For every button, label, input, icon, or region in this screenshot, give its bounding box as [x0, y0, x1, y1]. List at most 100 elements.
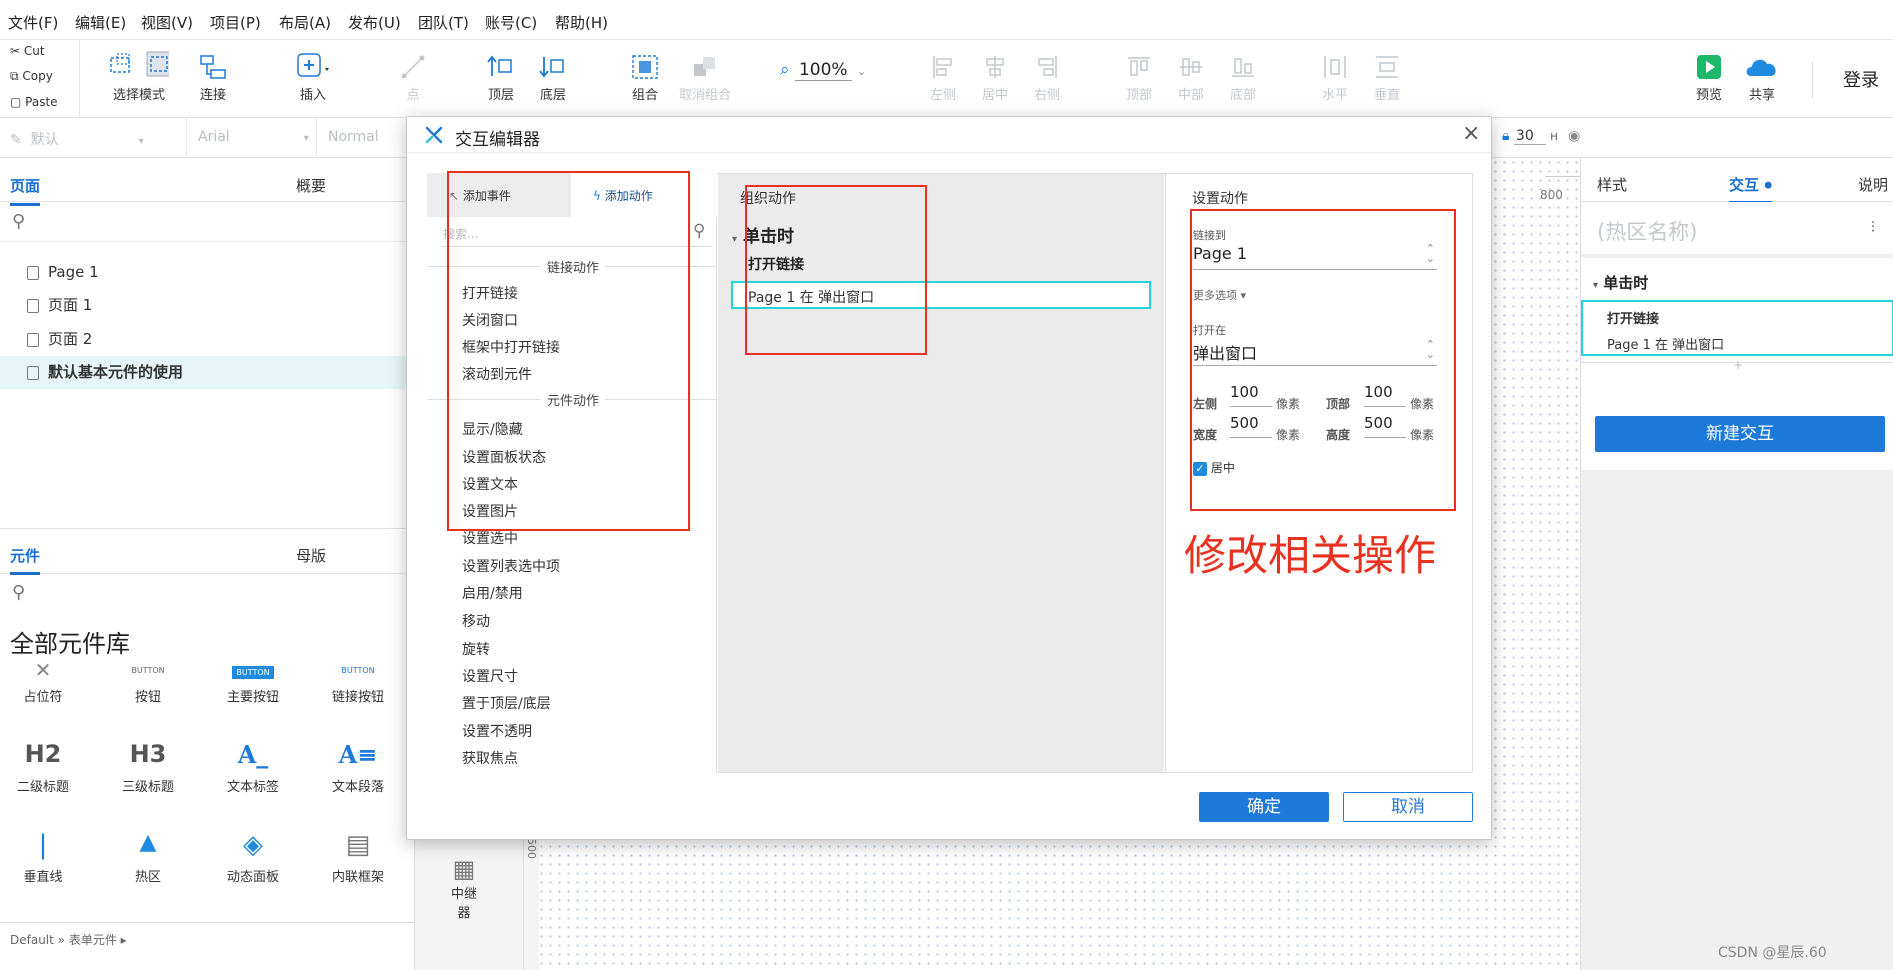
insert-button[interactable]: 插入 — [278, 46, 348, 103]
paste-label: Paste — [25, 95, 58, 109]
page-search[interactable]: ⚲ — [0, 202, 414, 242]
inspector-tabs: 样式 交互 ● 说明 — [1581, 158, 1893, 204]
widget-dynamic-panel[interactable]: ◈ 动态面板 — [208, 830, 298, 885]
action-set-opacity[interactable]: 设置不透明 — [462, 721, 532, 741]
cut-button[interactable]: ✂ Cut — [10, 44, 45, 58]
hotspot-name-input[interactable]: (热区名称) — [1597, 216, 1697, 246]
primary-button-icon: BUTTON — [232, 666, 274, 679]
event-row[interactable]: ▾ 单击时 — [1593, 272, 1648, 293]
new-interaction-button[interactable]: 新建交互 — [1595, 416, 1885, 452]
scissors-icon: ✂ — [10, 44, 21, 58]
widget-label: 三级标题 — [121, 780, 174, 795]
sliders-icon[interactable]: ⫶ — [1871, 218, 1875, 236]
align-bottom-button[interactable]: 底部 — [1208, 46, 1278, 103]
widget-label: 占位符 — [23, 690, 63, 705]
menu-team[interactable]: 团队(T) — [418, 12, 469, 33]
share-button[interactable]: 共享 — [1727, 46, 1797, 103]
library-breadcrumb[interactable]: Default » 表单元件 ▸ — [10, 931, 127, 948]
cancel-button[interactable]: 取消 — [1343, 792, 1473, 822]
ruler-label-800: 800 — [1540, 188, 1563, 202]
copy-button[interactable]: ⧉ Copy — [10, 69, 53, 84]
widget-inline-frame[interactable]: ▤ 内联框架 — [313, 830, 403, 885]
tab-outline[interactable]: 概要 — [296, 175, 326, 196]
menu-view[interactable]: 视图(V) — [141, 12, 193, 33]
menu-layout[interactable]: 布局(A) — [279, 12, 331, 33]
tab-masters[interactable]: 母版 — [296, 545, 326, 566]
connect-button[interactable]: 连接 — [178, 46, 248, 103]
menu-publish[interactable]: 发布(U) — [348, 12, 401, 33]
action-set-list-selected[interactable]: 设置列表选中项 — [462, 556, 560, 576]
style-select[interactable]: ✎ 默认 ▾ — [10, 129, 144, 149]
menu-edit[interactable]: 编辑(E) — [75, 12, 126, 33]
zoom-select[interactable]: ⌕ 100% ⌄ — [780, 60, 866, 81]
library-title: 全部元件库 — [10, 630, 130, 658]
page-item[interactable]: 页面 1 — [0, 289, 415, 322]
action-rotate[interactable]: 旋转 — [462, 639, 490, 659]
font-chevron-icon: ▾ — [303, 133, 309, 144]
tab-style[interactable]: 样式 — [1597, 174, 1627, 195]
font-value: Arial — [198, 129, 230, 145]
lock-icon: 🔒︎ — [1502, 128, 1510, 144]
send-bottom-button[interactable]: 底层 — [518, 46, 588, 103]
action-set-selected[interactable]: 设置选中 — [462, 528, 518, 548]
menu-project[interactable]: 项目(P) — [210, 12, 261, 33]
weight-select[interactable]: Normal — [328, 129, 379, 145]
button-icon: BUTTON — [131, 666, 165, 675]
widget-button[interactable]: BUTTON 按钮 — [103, 658, 193, 705]
align-right-button[interactable]: 右侧 — [1012, 46, 1082, 103]
select-mode-button[interactable]: 选择模式 — [104, 46, 174, 103]
widget-search-icon[interactable]: ⚲ — [12, 582, 25, 603]
close-icon[interactable]: × — [1462, 121, 1480, 146]
action-enable-disable[interactable]: 启用/禁用 — [462, 583, 523, 603]
action-focus[interactable]: 获取焦点 — [462, 748, 518, 768]
ungroup-icon — [694, 57, 715, 76]
menu-file[interactable]: 文件(F) — [8, 12, 58, 33]
page-item-selected[interactable]: 默认基本元件的使用 — [0, 356, 415, 389]
zoom-value: 100% — [794, 60, 852, 81]
menu-account[interactable]: 账号(C) — [485, 12, 537, 33]
action-move[interactable]: 移动 — [462, 611, 490, 631]
add-plus-icon[interactable]: + — [1733, 358, 1743, 372]
distribute-vertical-label: 垂直 — [1373, 88, 1400, 103]
widget-label: 链接按钮 — [331, 690, 384, 705]
eye-icon[interactable]: ◉ — [1568, 128, 1580, 144]
widget-hotspot[interactable]: ▲ 热区 — [103, 830, 193, 885]
page-item[interactable]: 页面 2 — [0, 323, 415, 356]
inline-frame-icon: ▤ — [345, 830, 371, 860]
widget-vertical-line[interactable]: | 垂直线 — [0, 830, 88, 885]
tab-notes[interactable]: 说明 — [1858, 174, 1888, 195]
send-bottom-icon — [539, 57, 564, 78]
settings-title: 设置动作 — [1192, 191, 1248, 207]
tab-pages[interactable]: 页面 — [10, 175, 41, 206]
ok-button[interactable]: 确定 — [1199, 792, 1329, 822]
widget-paragraph[interactable]: A≡ 文本段落 — [313, 740, 403, 795]
tab-widgets[interactable]: 元件 — [10, 545, 41, 575]
widget-placeholder[interactable]: ✕ 占位符 — [0, 658, 88, 705]
widget-h3[interactable]: H3 三级标题 — [103, 740, 193, 795]
action-set-size[interactable]: 设置尺寸 — [462, 666, 518, 686]
menu-help[interactable]: 帮助(H) — [555, 12, 608, 33]
distribute-vertical-button[interactable]: 垂直 — [1352, 46, 1422, 103]
tab-interactions[interactable]: 交互 ● — [1729, 174, 1773, 204]
play-icon — [1697, 55, 1721, 79]
font-select[interactable]: Arial ▾ — [198, 129, 309, 145]
event-label: 单击时 — [1603, 274, 1649, 292]
ruler-line — [1545, 176, 1580, 177]
page-item[interactable]: Page 1 — [0, 256, 415, 289]
widget-link-button[interactable]: BUTTON 链接按钮 — [313, 658, 403, 705]
widget-repeater[interactable]: ▦ 中继器 — [446, 855, 482, 921]
annotation-red-box-settings — [1190, 209, 1456, 511]
height-field[interactable]: 🔒︎ 30 H ◉ — [1502, 128, 1580, 145]
ungroup-button[interactable]: 取消组合 — [670, 46, 740, 103]
clipboard-group: ✂ Cut ⧉ Copy ▢ Paste — [0, 40, 80, 118]
selected-action-row[interactable]: 打开链接 Page 1 在 弹出窗口 — [1581, 300, 1893, 356]
widget-text-label[interactable]: A_ 文本标签 — [208, 740, 298, 795]
login-button[interactable]: 登录 — [1843, 66, 1879, 92]
paragraph-icon: A≡ — [338, 740, 378, 769]
paste-button[interactable]: ▢ Paste — [10, 95, 58, 109]
action-bring-front-back[interactable]: 置于顶层/底层 — [462, 693, 551, 713]
page-label: 页面 1 — [48, 296, 93, 314]
widget-h2[interactable]: H2 二级标题 — [0, 740, 88, 795]
point-button[interactable]: 点 — [378, 46, 448, 103]
widget-primary-button[interactable]: BUTTON 主要按钮 — [208, 658, 298, 705]
